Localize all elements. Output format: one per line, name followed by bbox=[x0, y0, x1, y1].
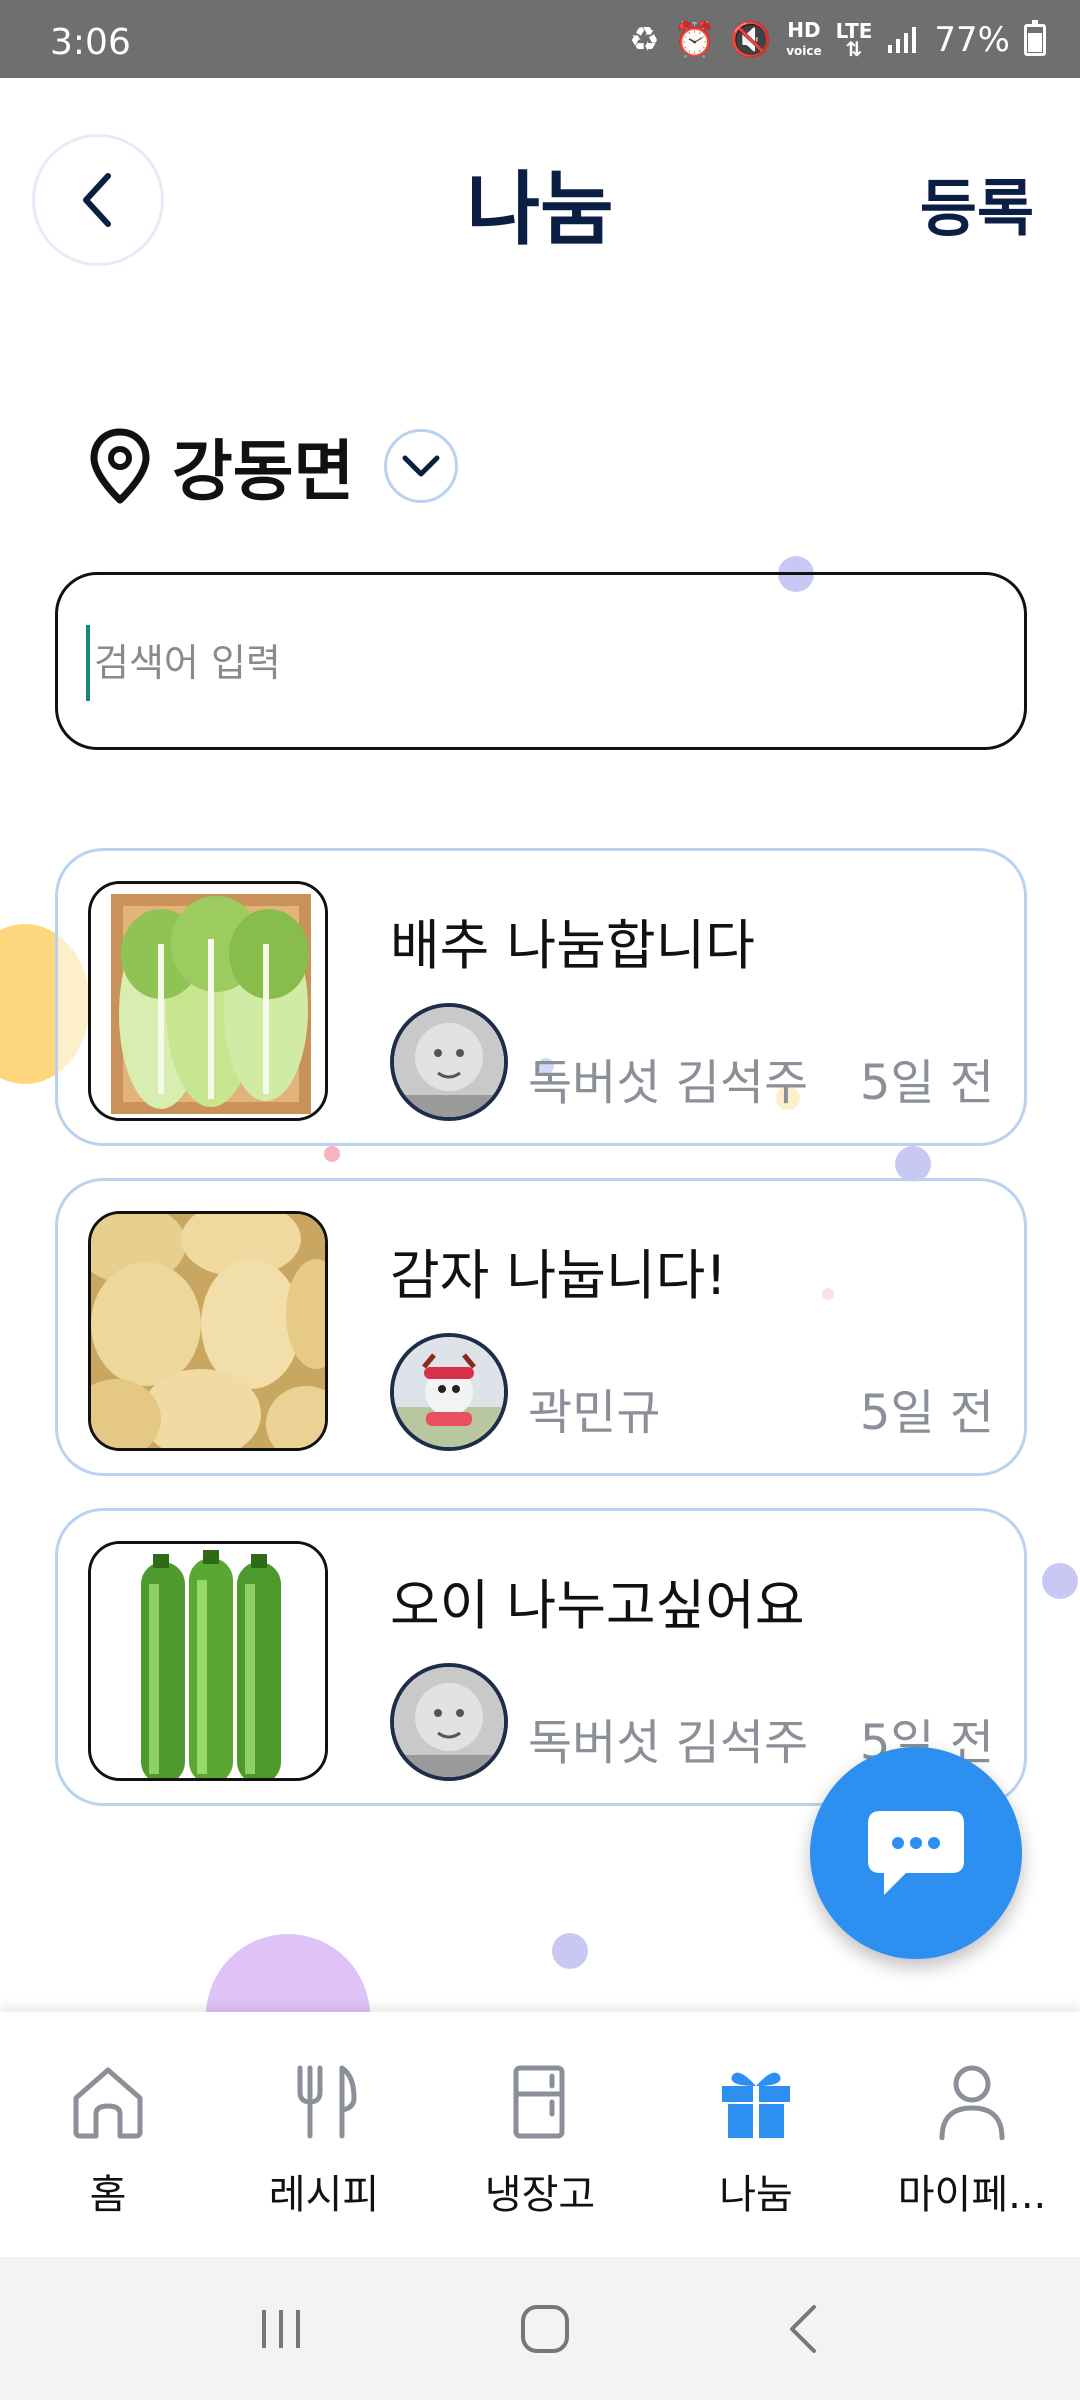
post-author: 곽민규 bbox=[528, 1385, 661, 1441]
nav-label: 레시피 bbox=[268, 2172, 380, 2218]
fork-knife-icon bbox=[297, 2065, 357, 2139]
bottom-nav: 홈 레시피 냉장고 나눔 마이페... bbox=[0, 2012, 1080, 2257]
post-time: 5일 전 bbox=[859, 1055, 994, 1111]
nav-item-recipe[interactable]: 레시피 bbox=[216, 2012, 432, 2257]
author-avatar bbox=[390, 1003, 508, 1121]
location-pin-icon bbox=[90, 428, 150, 504]
chevron-down-icon bbox=[402, 455, 440, 477]
post-thumbnail-cucumbers bbox=[88, 1541, 328, 1781]
chat-bubble-icon bbox=[868, 1811, 964, 1895]
post-thumbnail-napa-cabbage bbox=[88, 881, 328, 1121]
post-title: 감자 나눕니다! bbox=[390, 1244, 727, 1307]
recent-apps-icon[interactable] bbox=[256, 2304, 306, 2354]
gift-icon bbox=[722, 2072, 790, 2138]
system-back-icon[interactable] bbox=[784, 2303, 824, 2355]
person-icon bbox=[939, 2065, 1005, 2140]
register-button[interactable]: 등록 bbox=[920, 158, 1034, 248]
author-avatar bbox=[390, 1663, 508, 1781]
post-card[interactable]: 감자 나눕니다! 곽민규 5일 전 bbox=[55, 1178, 1027, 1476]
hd-voice-icon: HD voice bbox=[786, 17, 822, 58]
home-icon bbox=[73, 2067, 143, 2139]
decor-dot bbox=[324, 1146, 340, 1162]
nav-label: 마이페... bbox=[897, 2172, 1047, 2218]
location-selector[interactable]: 강동면 bbox=[86, 418, 459, 514]
signal-icon bbox=[888, 27, 917, 53]
lte-icon: LTE ⇅ bbox=[835, 19, 873, 61]
post-author: 독버섯 김석주 bbox=[528, 1715, 809, 1771]
nav-item-mypage[interactable]: 마이페... bbox=[864, 2012, 1080, 2257]
location-dropdown-button[interactable] bbox=[384, 429, 459, 503]
decor-dot bbox=[552, 1933, 588, 1969]
post-time: 5일 전 bbox=[859, 1385, 994, 1441]
search-box bbox=[55, 572, 1027, 750]
location-name: 강동면 bbox=[172, 433, 355, 510]
nav-item-fridge[interactable]: 냉장고 bbox=[432, 2012, 648, 2257]
status-bar: 3:06 ♻ ⏰ 🔇 HD voice LTE ⇅ 77% bbox=[0, 0, 1080, 78]
decor-dot bbox=[895, 1146, 931, 1182]
battery-icon bbox=[1024, 20, 1046, 56]
post-title: 오이 나누고싶어요 bbox=[390, 1574, 805, 1637]
recycle-icon: ♻ bbox=[629, 20, 660, 60]
nav-item-share[interactable]: 나눔 bbox=[648, 2012, 864, 2257]
author-avatar bbox=[390, 1333, 508, 1451]
post-card[interactable]: 배추 나눔합니다 독버섯 김석주 5일 전 bbox=[55, 848, 1027, 1146]
chat-button[interactable] bbox=[810, 1747, 1022, 1959]
status-icons: ♻ ⏰ 🔇 HD voice LTE ⇅ 77% bbox=[629, 20, 1046, 60]
post-author: 독버섯 김석주 bbox=[528, 1055, 809, 1111]
nav-label: 냉장고 bbox=[484, 2172, 596, 2218]
search-input[interactable] bbox=[86, 625, 986, 701]
decor-dot bbox=[1042, 1563, 1078, 1599]
nav-label: 홈 bbox=[89, 2172, 127, 2218]
system-nav-bar bbox=[0, 2257, 1080, 2400]
fridge-icon bbox=[513, 2065, 565, 2139]
nav-label: 나눔 bbox=[719, 2172, 793, 2218]
alarm-icon: ⏰ bbox=[673, 20, 716, 60]
post-title: 배추 나눔합니다 bbox=[390, 914, 755, 977]
status-time: 3:06 bbox=[50, 22, 131, 63]
post-thumbnail-potatoes bbox=[88, 1211, 328, 1451]
nav-item-home[interactable]: 홈 bbox=[0, 2012, 216, 2257]
home-button-icon[interactable] bbox=[519, 2303, 571, 2355]
battery-percent: 77% bbox=[934, 20, 1010, 60]
page-title: 나눔 bbox=[466, 163, 614, 256]
mute-icon: 🔇 bbox=[729, 20, 773, 60]
